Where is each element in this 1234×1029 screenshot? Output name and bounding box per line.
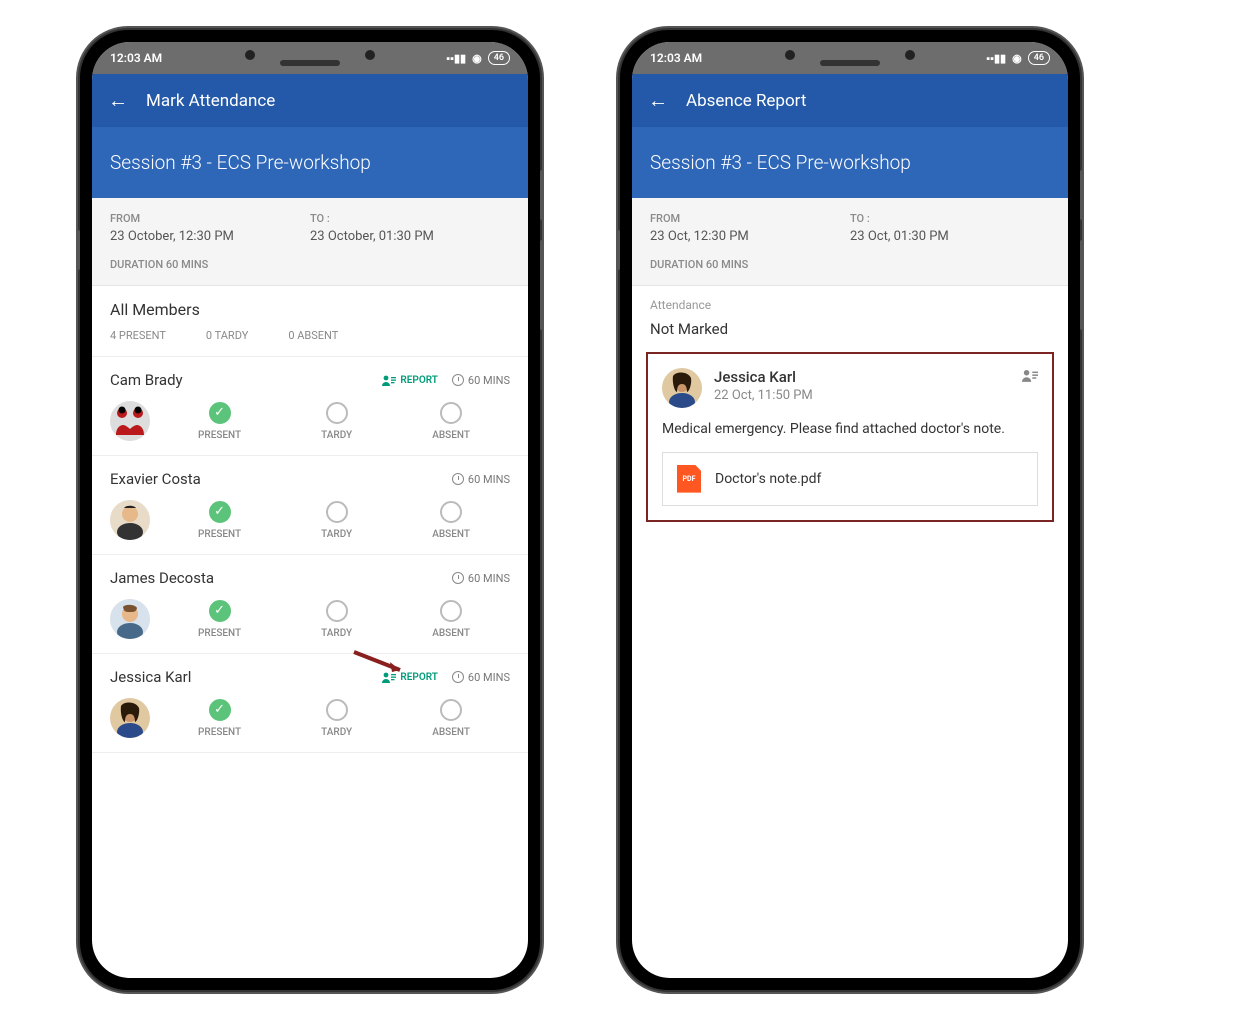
avatar: [110, 401, 150, 441]
back-arrow-icon[interactable]: ←: [108, 88, 128, 113]
clock-icon: [452, 374, 464, 386]
duration-badge: 60 MINS: [452, 473, 510, 486]
pdf-file-icon: PDF: [677, 465, 701, 493]
option-absent[interactable]: ABSENT: [432, 402, 470, 441]
app-bar-title: Absence Report: [686, 91, 806, 111]
app-bar-title: Mark Attendance: [146, 91, 275, 111]
attachment-filename: Doctor's note.pdf: [715, 471, 821, 487]
member-name: Cam Brady: [110, 371, 183, 389]
attendance-stats: 4 PRESENT 0 TARDY 0 ABSENT: [92, 325, 528, 357]
avatar: [662, 368, 702, 408]
status-icons: ▪▪▮▮ ◉ 46: [446, 51, 510, 65]
battery-icon: 46: [1028, 51, 1050, 65]
to-value: 23 Oct, 01:30 PM: [850, 229, 1050, 244]
user-list-icon[interactable]: [1022, 368, 1038, 386]
clock-icon: [452, 671, 464, 683]
app-bar: ← Absence Report: [632, 74, 1068, 127]
phone-mock-right: 12:03 AM ▪▪▮▮ ◉ 46 ← Absence Report Sess…: [620, 30, 1080, 990]
app-bar: ← Mark Attendance: [92, 74, 528, 127]
option-tardy[interactable]: TARDY: [321, 501, 352, 540]
avatar: [110, 698, 150, 738]
duration-badge: 60 MINS: [452, 572, 510, 585]
all-members-heading: All Members: [92, 286, 528, 325]
stat-absent: 0 ABSENT: [288, 329, 338, 342]
option-present[interactable]: ✓PRESENT: [198, 402, 241, 441]
from-value: 23 October, 12:30 PM: [110, 229, 310, 244]
option-tardy[interactable]: TARDY: [321, 600, 352, 639]
status-time: 12:03 AM: [650, 51, 702, 65]
phone-mock-left: 12:03 AM ▪▪▮▮ ◉ 46 ← Mark Attendance Ses…: [80, 30, 540, 990]
member-row: Cam Brady REPORT 60 MINS ✓PRESENT TARDY …: [92, 357, 528, 456]
from-label: FROM: [650, 212, 850, 225]
duration-badge: 60 MINS: [452, 374, 510, 387]
to-label: TO :: [310, 212, 510, 225]
member-name: Exavier Costa: [110, 470, 201, 488]
avatar: [110, 500, 150, 540]
option-absent[interactable]: ABSENT: [432, 699, 470, 738]
stat-tardy: 0 TARDY: [206, 329, 248, 342]
report-timestamp: 22 Oct, 11:50 PM: [714, 388, 1010, 403]
avatar: [110, 599, 150, 639]
wifi-icon: ◉: [1012, 52, 1022, 65]
member-row: James Decosta 60 MINS ✓PRESENT TARDY ABS…: [92, 555, 528, 654]
duration-badge: 60 MINS: [452, 671, 510, 684]
report-button[interactable]: REPORT: [382, 671, 438, 683]
member-row: Jessica Karl REPORT 60 MINS ✓PRESENT TAR…: [92, 654, 528, 753]
from-label: FROM: [110, 212, 310, 225]
session-title: Session #3 - ECS Pre-workshop: [92, 127, 528, 198]
signal-icon: ▪▪▮▮: [986, 52, 1006, 65]
session-info-panel: FROM 23 October, 12:30 PM TO : 23 Octobe…: [92, 198, 528, 286]
option-present[interactable]: ✓PRESENT: [198, 600, 241, 639]
stat-present: 4 PRESENT: [110, 329, 166, 342]
screen-mark-attendance: 12:03 AM ▪▪▮▮ ◉ 46 ← Mark Attendance Ses…: [92, 42, 528, 978]
session-info-panel: FROM 23 Oct, 12:30 PM TO : 23 Oct, 01:30…: [632, 198, 1068, 286]
attendance-label: Attendance: [632, 286, 1068, 316]
attachment-row[interactable]: PDF Doctor's note.pdf: [662, 452, 1038, 506]
member-name: James Decosta: [110, 569, 214, 587]
back-arrow-icon[interactable]: ←: [648, 88, 668, 113]
duration-label: DURATION 60 MINS: [650, 258, 1050, 271]
option-absent[interactable]: ABSENT: [432, 600, 470, 639]
report-message: Medical emergency. Please find attached …: [662, 420, 1038, 440]
wifi-icon: ◉: [472, 52, 482, 65]
option-tardy[interactable]: TARDY: [321, 699, 352, 738]
clock-icon: [452, 572, 464, 584]
report-button[interactable]: REPORT: [382, 374, 438, 386]
battery-icon: 46: [488, 51, 510, 65]
signal-icon: ▪▪▮▮: [446, 52, 466, 65]
absence-report-card: Jessica Karl 22 Oct, 11:50 PM Medical em…: [646, 352, 1054, 522]
option-present[interactable]: ✓PRESENT: [198, 501, 241, 540]
option-tardy[interactable]: TARDY: [321, 402, 352, 441]
to-label: TO :: [850, 212, 1050, 225]
to-value: 23 October, 01:30 PM: [310, 229, 510, 244]
screen-absence-report: 12:03 AM ▪▪▮▮ ◉ 46 ← Absence Report Sess…: [632, 42, 1068, 978]
status-icons: ▪▪▮▮ ◉ 46: [986, 51, 1050, 65]
attendance-status: Not Marked: [632, 316, 1068, 352]
duration-label: DURATION 60 MINS: [110, 258, 510, 271]
status-time: 12:03 AM: [110, 51, 162, 65]
clock-icon: [452, 473, 464, 485]
reporter-name: Jessica Karl: [714, 368, 1010, 386]
member-row: Exavier Costa 60 MINS ✓PRESENT TARDY ABS…: [92, 456, 528, 555]
from-value: 23 Oct, 12:30 PM: [650, 229, 850, 244]
option-absent[interactable]: ABSENT: [432, 501, 470, 540]
session-title: Session #3 - ECS Pre-workshop: [632, 127, 1068, 198]
option-present[interactable]: ✓PRESENT: [198, 699, 241, 738]
member-name: Jessica Karl: [110, 668, 191, 686]
